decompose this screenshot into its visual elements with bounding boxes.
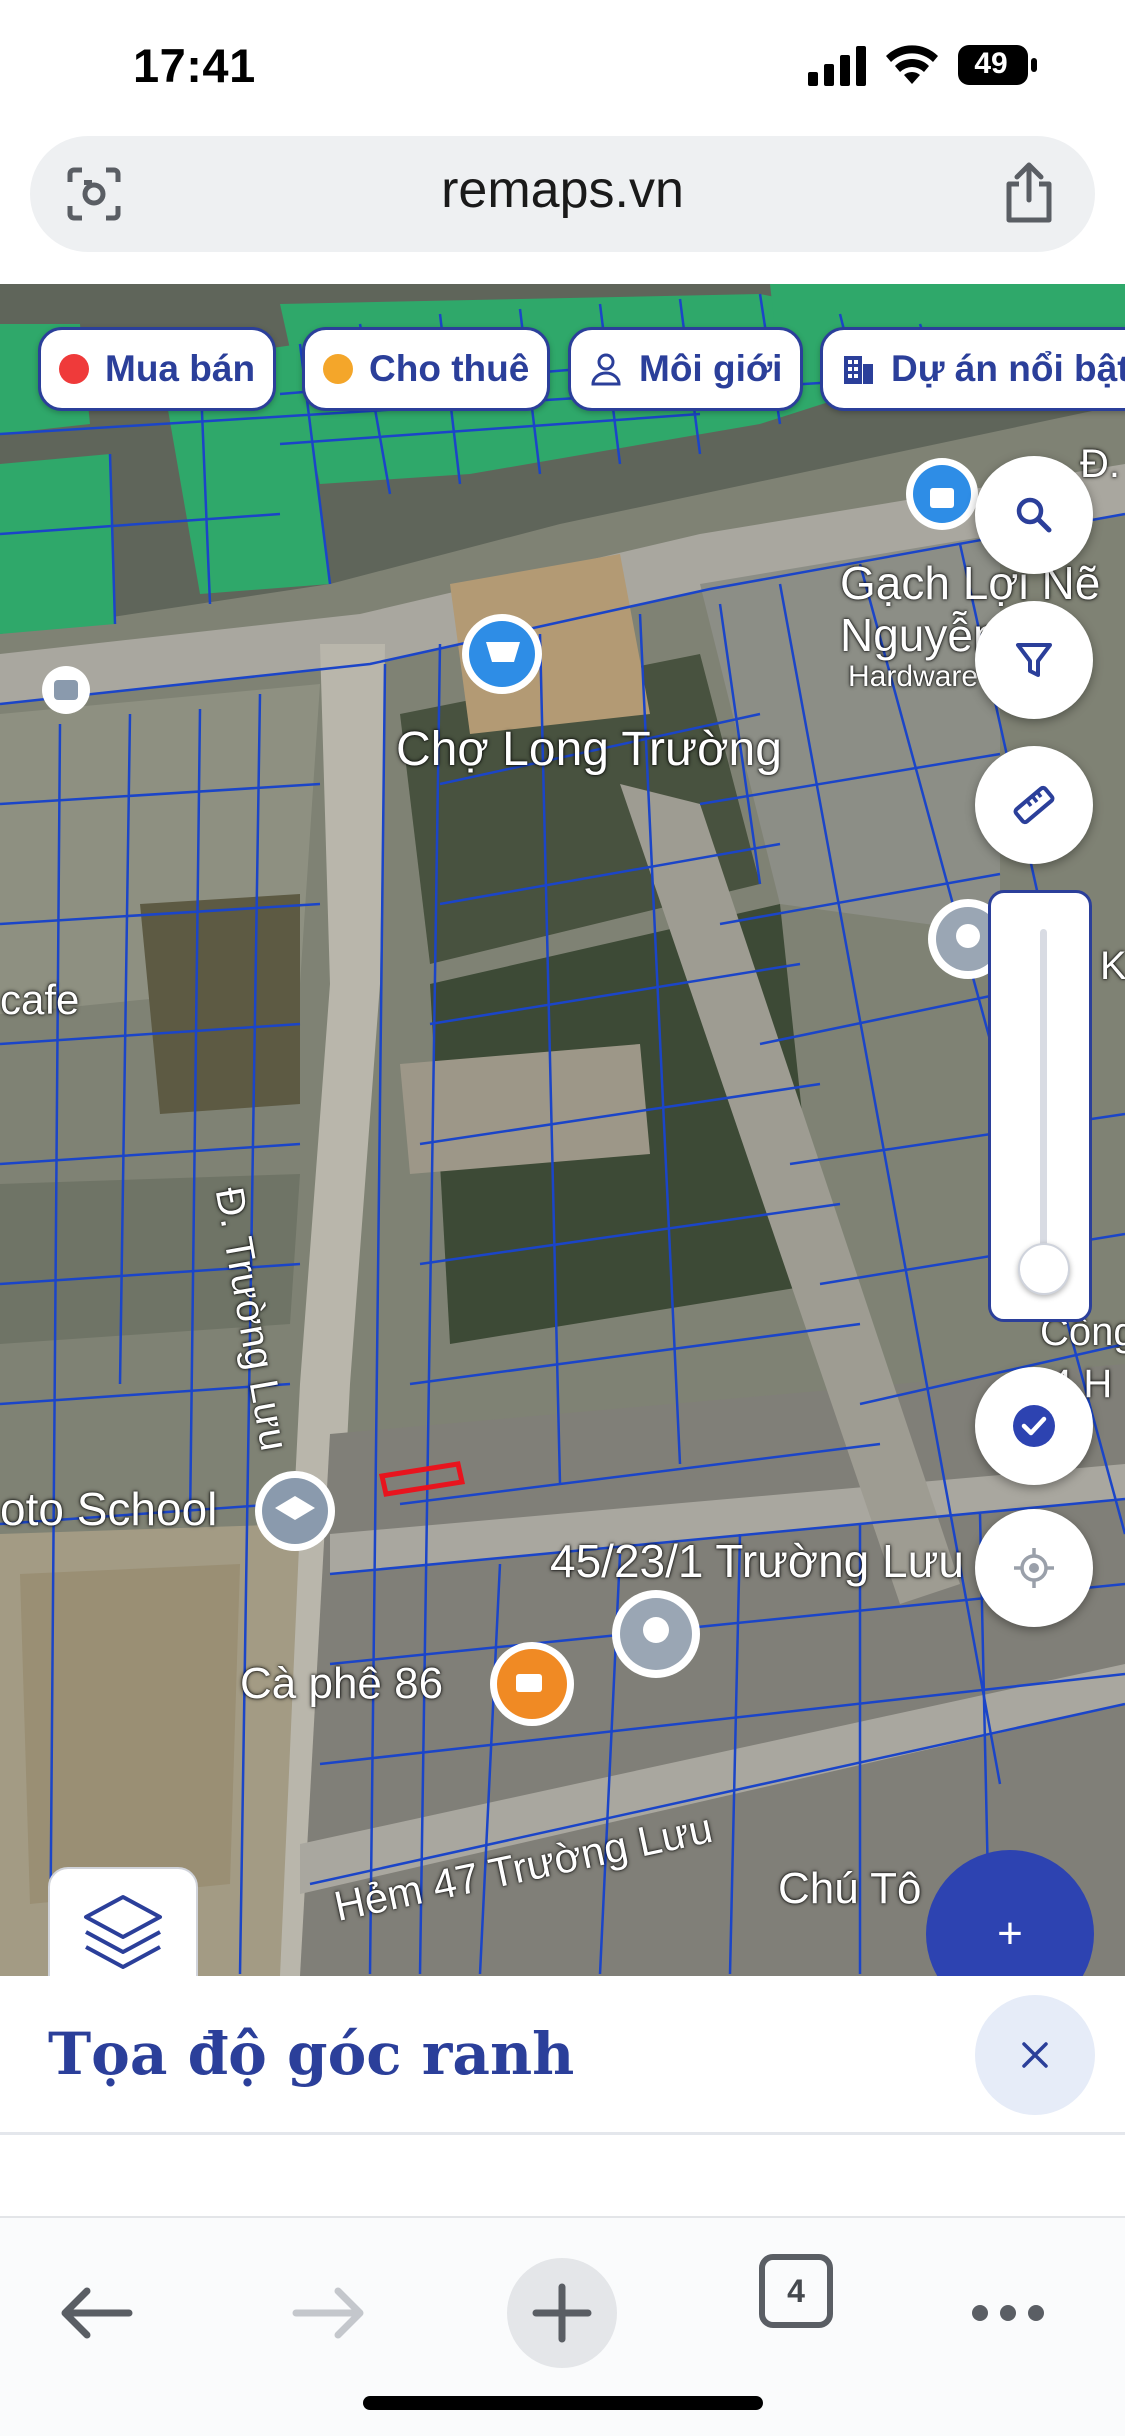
bottom-sheet: Tọa độ góc ranh [0, 1976, 1125, 2216]
label-ca-phe: Cà phê 86 [240, 1659, 444, 1708]
shopping-pin-icon [906, 458, 978, 530]
label-gach-line3: Hardware [848, 660, 979, 693]
zoom-rail [1040, 929, 1047, 1289]
map-view[interactable]: Đ. Trường Lưu Chợ Long Trường Gạch Lợi N… [0, 284, 1125, 1976]
home-indicator [363, 2396, 763, 2410]
url-text[interactable]: remaps.vn [30, 160, 1095, 220]
satellite-imagery [0, 284, 1125, 1976]
market-pin-icon [462, 614, 542, 694]
map-search-button[interactable] [975, 456, 1093, 574]
ruler-icon [1013, 785, 1055, 825]
close-sheet-button[interactable] [975, 1995, 1095, 2115]
chip-moi-gioi[interactable]: Môi giới [568, 327, 804, 411]
zoom-slider[interactable] [988, 890, 1092, 1322]
layers-icon [84, 1895, 162, 1969]
school-pin-icon [255, 1471, 335, 1551]
filter-icon [1016, 643, 1052, 677]
bus-stop-icon [42, 666, 90, 714]
check-icon [1013, 1405, 1055, 1447]
map-filter-button[interactable] [975, 601, 1093, 719]
forward-button[interactable] [275, 2258, 385, 2368]
chip-du-an-noi-bat[interactable]: Dự án nổi bật [820, 327, 1125, 411]
sheet-title: Tọa độ góc ranh [48, 2020, 575, 2088]
status-time: 17:41 [133, 39, 256, 92]
chip-label: Cho thuê [369, 348, 530, 389]
wifi-icon [886, 45, 938, 84]
cafe-pin-icon [490, 1642, 574, 1726]
battery-level: 49 [974, 47, 1008, 80]
chip-label: Mua bán [105, 348, 256, 389]
new-tab-button[interactable] [507, 2258, 617, 2368]
menu-button[interactable] [953, 2258, 1063, 2368]
orange-dot-icon [323, 354, 353, 384]
search-icon [1016, 497, 1052, 533]
chip-label: Môi giới [639, 348, 783, 389]
close-icon [1022, 2042, 1048, 2068]
label-cho-long-truong: Chợ Long Trường [396, 723, 782, 776]
chip-cho-thue[interactable]: Cho thuê [302, 327, 551, 411]
label-school: oto School [0, 1483, 218, 1535]
arrow-left-icon [61, 2287, 133, 2339]
more-horizontal-icon [972, 2305, 1044, 2321]
building-icon [844, 356, 873, 384]
zoom-thumb[interactable] [1018, 1243, 1070, 1295]
chip-mua-ban[interactable]: Mua bán [38, 327, 277, 411]
person-icon [591, 353, 621, 386]
red-dot-icon [59, 354, 89, 384]
tab-switcher-button[interactable]: 4 [759, 2254, 833, 2328]
measure-button[interactable] [975, 746, 1093, 864]
cellular-signal-icon [808, 46, 866, 86]
sheet-divider [0, 2132, 1125, 2135]
plus-icon: + [997, 1909, 1023, 1958]
locate-button[interactable] [975, 1509, 1093, 1627]
back-button[interactable] [40, 2258, 150, 2368]
screen: 17:41 49 remaps.vn Đ. Trường Lưu Chợ Lon… [0, 0, 1125, 2436]
address-bar[interactable]: remaps.vn [30, 136, 1095, 252]
label-right-k: K [1100, 944, 1125, 988]
arrow-right-icon [292, 2287, 364, 2339]
status-bar: 17:41 49 [0, 0, 1125, 135]
browser-toolbar: 4 [0, 2216, 1125, 2436]
plus-icon [532, 2283, 592, 2343]
label-top-right: Đ. [1080, 442, 1120, 486]
place-pin-icon [612, 1590, 700, 1678]
share-icon[interactable] [1001, 162, 1057, 224]
confirm-button[interactable] [975, 1367, 1093, 1485]
chip-label: Dự án nổi bật [891, 348, 1125, 389]
label-address: 45/23/1 Trường Lưu [550, 1535, 964, 1587]
layers-button[interactable] [48, 1867, 198, 1976]
label-cafe: cafe [0, 976, 80, 1023]
locate-icon [1014, 1548, 1054, 1588]
label-chu-to: Chú Tô [778, 1864, 922, 1913]
